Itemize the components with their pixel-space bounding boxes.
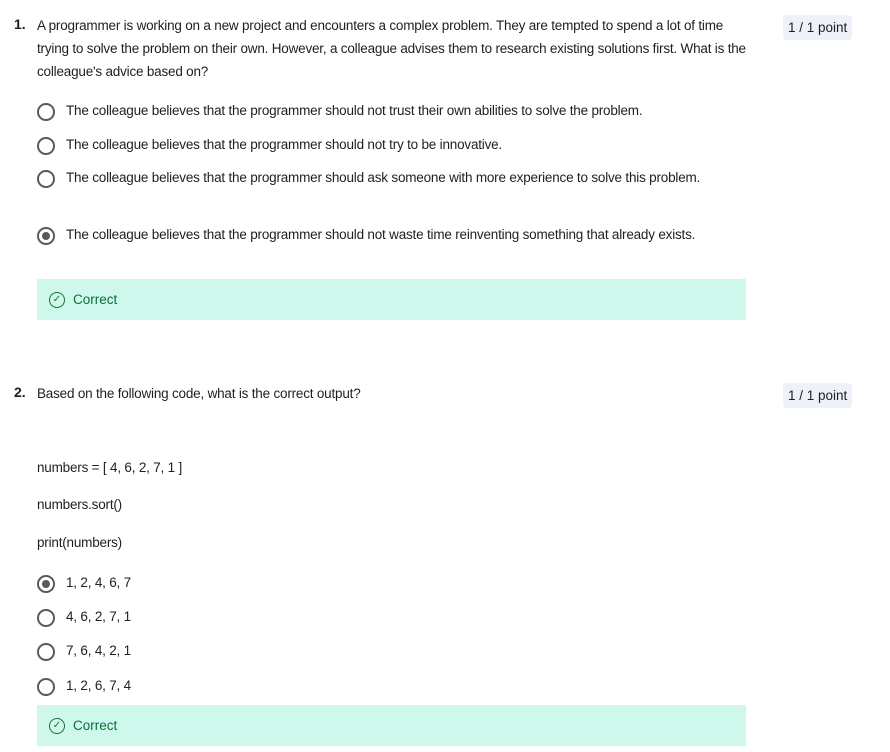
feedback-correct: ✓ Correct xyxy=(37,705,746,746)
code-line: numbers = [ 4, 6, 2, 7, 1 ] xyxy=(37,460,183,475)
question-text: A programmer is working on a new project… xyxy=(37,18,746,79)
option-label: The colleague believes that the programm… xyxy=(66,137,503,152)
option-2[interactable]: 4, 6, 2, 7, 1 xyxy=(37,607,716,628)
option-label: 1, 2, 4, 6, 7 xyxy=(66,575,131,590)
option-1[interactable]: 1, 2, 4, 6, 7 xyxy=(37,573,716,594)
option-label: 1, 2, 6, 7, 4 xyxy=(66,678,131,693)
radio-button-selected[interactable] xyxy=(37,227,55,245)
radio-button[interactable] xyxy=(37,609,55,627)
question-text: Based on the following code, what is the… xyxy=(37,386,361,401)
option-4[interactable]: The colleague believes that the programm… xyxy=(37,225,716,246)
question-number: 1. xyxy=(14,16,26,32)
feedback-label: Correct xyxy=(73,292,118,307)
radio-button[interactable] xyxy=(37,170,55,188)
code-line: print(numbers) xyxy=(37,535,122,550)
option-2[interactable]: The colleague believes that the programm… xyxy=(37,135,716,156)
points-badge: 1 / 1 point xyxy=(783,383,853,408)
option-4[interactable]: 1, 2, 6, 7, 4 xyxy=(37,676,716,697)
option-label: 4, 6, 2, 7, 1 xyxy=(66,609,131,624)
radio-button-selected[interactable] xyxy=(37,575,55,593)
option-3[interactable]: 7, 6, 4, 2, 1 xyxy=(37,641,716,662)
check-circle-icon: ✓ xyxy=(49,291,65,308)
question-number: 2. xyxy=(14,384,26,400)
option-label: The colleague believes that the programm… xyxy=(66,170,701,185)
feedback-label: Correct xyxy=(73,718,118,733)
option-label: The colleague believes that the programm… xyxy=(66,103,643,118)
feedback-correct: ✓ Correct xyxy=(37,279,746,320)
code-line: numbers.sort() xyxy=(37,497,122,512)
option-label: The colleague believes that the programm… xyxy=(66,227,696,242)
radio-button[interactable] xyxy=(37,103,55,121)
points-badge: 1 / 1 point xyxy=(783,15,853,40)
check-circle-icon: ✓ xyxy=(49,717,65,734)
option-1[interactable]: The colleague believes that the programm… xyxy=(37,101,716,122)
option-3[interactable]: The colleague believes that the programm… xyxy=(37,168,716,189)
radio-button[interactable] xyxy=(37,678,55,696)
radio-button[interactable] xyxy=(37,137,55,155)
option-label: 7, 6, 4, 2, 1 xyxy=(66,643,131,658)
radio-button[interactable] xyxy=(37,643,55,661)
